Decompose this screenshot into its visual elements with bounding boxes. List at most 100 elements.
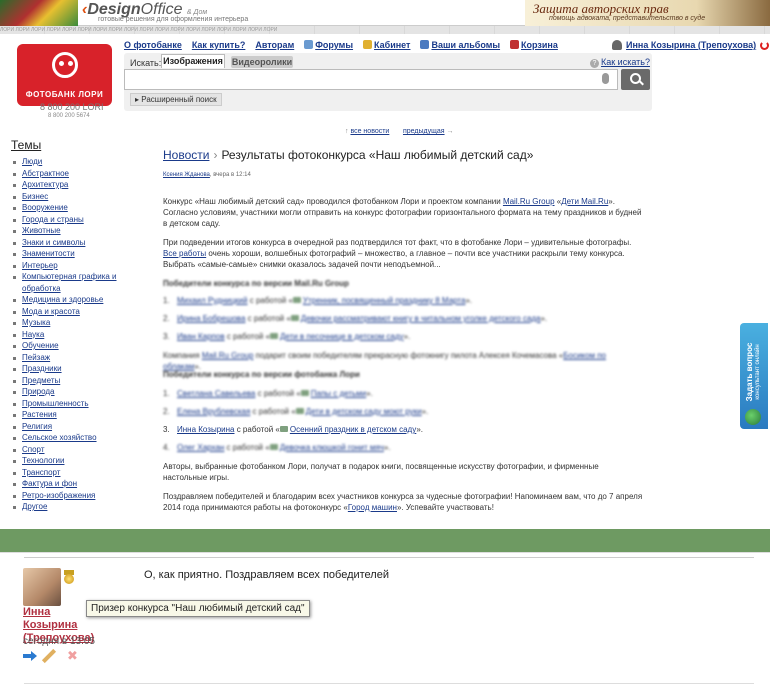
topnav-link[interactable]: Корзина — [521, 40, 558, 50]
sidebar-item-link[interactable]: Растения — [22, 410, 57, 419]
sidebar-item-link[interactable]: Вооружение — [22, 203, 68, 212]
sidebar-item[interactable]: Знаменитости — [11, 248, 123, 260]
topnav-item[interactable]: Форумы — [304, 40, 353, 50]
sidebar-item-link[interactable]: Предметы — [22, 376, 60, 385]
tab-images[interactable]: Изображения — [161, 54, 225, 68]
tab-video[interactable]: Видеоролики — [231, 56, 293, 68]
designoffice-banner[interactable]: ‹DesignOffice & Дом готовые решения для … — [82, 0, 342, 26]
topnav-link[interactable]: Авторам — [255, 40, 294, 50]
sidebar-item-link[interactable]: Наука — [22, 330, 44, 339]
winner-author-link[interactable]: Иван Карпов — [177, 332, 225, 341]
mailru-group-link-2[interactable]: Mail.Ru Group — [202, 351, 254, 360]
commenter-avatar[interactable] — [23, 568, 61, 606]
sidebar-item[interactable]: Люди — [11, 156, 123, 168]
sidebar-item-link[interactable]: Обучение — [22, 341, 59, 350]
how-to-search-link[interactable]: ? Как искать? — [590, 57, 650, 68]
sidebar-item-link[interactable]: Праздники — [22, 364, 62, 373]
sidebar-item-link[interactable]: Знаки и символы — [22, 238, 85, 247]
sidebar-item[interactable]: Спорт — [11, 444, 123, 456]
winner-work-link[interactable]: Дети в детском саду моют руки — [306, 407, 422, 416]
sidebar-item-link[interactable]: Транспорт — [22, 468, 60, 477]
sidebar-item[interactable]: Пейзаж — [11, 352, 123, 364]
reply-arrow-icon[interactable] — [23, 650, 37, 662]
topnav-item[interactable]: Ваши альбомы — [420, 40, 500, 50]
logout-icon[interactable] — [760, 40, 770, 50]
sidebar-item-link[interactable]: Другое — [22, 502, 47, 511]
deti-mailru-link[interactable]: Дети Mail.Ru — [561, 197, 608, 206]
lori-logo[interactable]: ФОТОБАНК ЛОРИ — [17, 44, 112, 106]
sidebar-item-link[interactable]: Знаменитости — [22, 249, 75, 258]
sidebar-item-link[interactable]: Ретро-изображения — [22, 491, 95, 500]
sidebar-item[interactable]: Наука — [11, 329, 123, 341]
previous-news-link[interactable]: предыдущая — [403, 128, 445, 135]
sidebar-item[interactable]: Ретро-изображения — [11, 490, 123, 502]
sidebar-item-link[interactable]: Животные — [22, 226, 61, 235]
sidebar-item[interactable]: Компьютерная графика и обработка — [11, 271, 123, 294]
sidebar-item[interactable]: Технологии — [11, 455, 123, 467]
themes-title[interactable]: Темы — [11, 138, 41, 152]
sidebar-item-link[interactable]: Сельское хозяйство — [22, 433, 97, 442]
sidebar-item-link[interactable]: Мода и красота — [22, 307, 80, 316]
sidebar-item-link[interactable]: Промышленность — [22, 399, 89, 408]
user-name-link[interactable]: Инна Козырина (Трепоухова) — [626, 40, 756, 50]
sidebar-item-link[interactable]: Интерьер — [22, 261, 58, 270]
sidebar-item[interactable]: Предметы — [11, 375, 123, 387]
topnav-link[interactable]: Ваши альбомы — [431, 40, 500, 50]
sidebar-item[interactable]: Промышленность — [11, 398, 123, 410]
winner-author-link[interactable]: Олег Хархан — [177, 443, 224, 452]
sidebar-item[interactable]: Сельское хозяйство — [11, 432, 123, 444]
search-button[interactable] — [621, 69, 650, 90]
topnav-item[interactable]: Как купить? — [192, 40, 246, 50]
sidebar-item[interactable]: Растения — [11, 409, 123, 421]
sidebar-item[interactable]: Фактура и фон — [11, 478, 123, 490]
sidebar-item-link[interactable]: Архитектура — [22, 180, 68, 189]
winner-author-link[interactable]: Инна Козырина — [177, 425, 234, 434]
sidebar-item[interactable]: Транспорт — [11, 467, 123, 479]
sidebar-item[interactable]: Знаки и символы — [11, 237, 123, 249]
sidebar-item[interactable]: Вооружение — [11, 202, 123, 214]
sidebar-item-link[interactable]: Компьютерная графика и обработка — [22, 272, 117, 293]
sidebar-item[interactable]: Праздники — [11, 363, 123, 375]
article-author-link[interactable]: Ксения Жданова — [163, 172, 210, 178]
search-input[interactable] — [124, 69, 618, 90]
sidebar-item-link[interactable]: Медицина и здоровье — [22, 295, 103, 304]
topnav-link[interactable]: Как купить? — [192, 40, 246, 50]
winner-author-link[interactable]: Михаил Рудницкий — [177, 296, 248, 305]
city-of-cars-link[interactable]: Город машин — [348, 503, 397, 512]
sidebar-item-link[interactable]: Пейзаж — [22, 353, 50, 362]
winner-work-link[interactable]: Утренник, посвященный празднику 8 Марта — [303, 296, 466, 305]
winner-work-link[interactable]: Осенний праздник в детском саду — [290, 425, 416, 434]
ask-question-widget[interactable]: Задать вопрос консультант онлайн — [740, 323, 768, 429]
sidebar-item[interactable]: Обучение — [11, 340, 123, 352]
sidebar-item[interactable]: Природа — [11, 386, 123, 398]
sidebar-item[interactable]: Мода и красота — [11, 306, 123, 318]
winner-author-link[interactable]: Светлана Савельева — [177, 389, 255, 398]
sidebar-item[interactable]: Интерьер — [11, 260, 123, 272]
topnav-item[interactable]: Авторам — [255, 40, 294, 50]
sidebar-item[interactable]: Другое — [11, 501, 123, 513]
sidebar-item-link[interactable]: Люди — [22, 157, 42, 166]
sidebar-item[interactable]: Медицина и здоровье — [11, 294, 123, 306]
sidebar-item[interactable]: Бизнес — [11, 191, 123, 203]
winner-work-link[interactable]: Дети в песочнице в детском саду — [280, 332, 404, 341]
sidebar-item-link[interactable]: Природа — [22, 387, 55, 396]
flowers-banner-image[interactable] — [0, 0, 78, 26]
topnav-item[interactable]: Корзина — [510, 40, 558, 50]
microphone-icon[interactable] — [602, 73, 609, 84]
breadcrumb-news[interactable]: Новости — [163, 148, 209, 162]
user-menu[interactable]: Инна Козырина (Трепоухова) — [612, 40, 770, 50]
sidebar-item-link[interactable]: Бизнес — [22, 192, 48, 201]
sidebar-item[interactable]: Религия — [11, 421, 123, 433]
sidebar-item[interactable]: Музыка — [11, 317, 123, 329]
all-news-link[interactable]: все новости — [350, 128, 389, 135]
medal-icon[interactable] — [64, 570, 74, 584]
sidebar-item-link[interactable]: Технологии — [22, 456, 64, 465]
topnav-item[interactable]: О фотобанке — [124, 40, 182, 50]
advanced-search-button[interactable]: ▸ Расширенный поиск — [130, 93, 222, 106]
sidebar-item-link[interactable]: Религия — [22, 422, 52, 431]
mailru-group-link[interactable]: Mail.Ru Group — [503, 197, 555, 206]
copyright-banner[interactable]: Защита авторских прав помощь адвоката, п… — [525, 0, 770, 26]
sidebar-item-link[interactable]: Музыка — [22, 318, 50, 327]
sidebar-item[interactable]: Животные — [11, 225, 123, 237]
delete-cross-icon[interactable]: ✖ — [67, 649, 78, 662]
